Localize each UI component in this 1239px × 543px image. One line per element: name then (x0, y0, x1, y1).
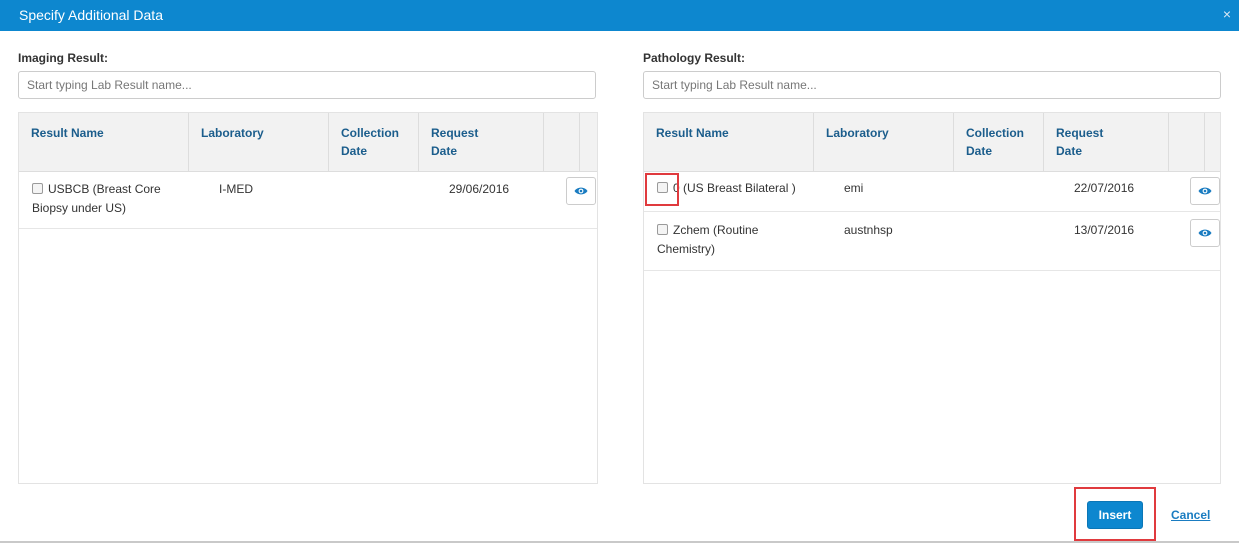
eye-icon (574, 187, 588, 195)
column-header-actions (1169, 113, 1205, 171)
column-header-request-date[interactable]: Request Date (419, 113, 544, 171)
checkbox-icon[interactable] (32, 183, 43, 194)
table-row: USBCB (Breast Core Biopsy under US) I-ME… (19, 170, 597, 229)
table-row: Zchem (Routine Chemistry) austnhsp 13/07… (644, 212, 1220, 271)
eye-icon (1198, 229, 1212, 237)
table-header: Result Name Laboratory Collection Date R… (19, 112, 597, 172)
column-header-request-date[interactable]: Request Date (1044, 113, 1169, 171)
laboratory-cell: austnhsp (844, 223, 893, 237)
view-result-button[interactable] (1190, 177, 1220, 205)
request-date-cell: 29/06/2016 (449, 182, 510, 196)
request-date-cell: 13/07/2016 (1074, 223, 1135, 237)
result-name-cell: Zchem (Routine Chemistry) (657, 223, 759, 256)
laboratory-cell: I-MED (219, 182, 253, 196)
request-date-cell: 22/07/2016 (1074, 181, 1135, 195)
pathology-result-label: Pathology Result: (643, 51, 746, 65)
column-header-laboratory[interactable]: Laboratory (814, 113, 954, 171)
dialog-title: Specify Additional Data (19, 7, 163, 23)
table-row: 0 (US Breast Bilateral ) emi 22/07/2016 (644, 170, 1220, 212)
result-name-cell: 0 (US Breast Bilateral ) (657, 179, 796, 198)
imaging-result-label: Imaging Result: (18, 51, 109, 65)
pathology-results-table: Result Name Laboratory Collection Date R… (643, 112, 1221, 484)
imaging-results-table: Result Name Laboratory Collection Date R… (18, 112, 598, 484)
table-header: Result Name Laboratory Collection Date R… (644, 112, 1220, 172)
column-header-result-name[interactable]: Result Name (644, 113, 814, 171)
column-header-collection-date[interactable]: Collection Date (954, 113, 1044, 171)
view-result-button[interactable] (566, 177, 596, 205)
close-icon[interactable]: × (1223, 6, 1231, 22)
checkbox-icon[interactable] (657, 182, 668, 193)
column-header-collection-date[interactable]: Collection Date (329, 113, 419, 171)
checkbox-icon[interactable] (657, 224, 668, 235)
cancel-link[interactable]: Cancel (1171, 508, 1210, 522)
dialog-titlebar: Specify Additional Data × (0, 0, 1239, 31)
result-name-cell: USBCB (Breast Core Biopsy under US) (32, 182, 161, 215)
column-header-laboratory[interactable]: Laboratory (189, 113, 329, 171)
laboratory-cell: emi (844, 181, 864, 195)
pathology-search-input[interactable] (643, 71, 1221, 99)
eye-icon (1198, 187, 1212, 195)
insert-button[interactable]: Insert (1087, 501, 1143, 529)
column-header-actions (544, 113, 580, 171)
column-header-result-name[interactable]: Result Name (19, 113, 189, 171)
imaging-search-input[interactable] (18, 71, 596, 99)
view-result-button[interactable] (1190, 219, 1220, 247)
